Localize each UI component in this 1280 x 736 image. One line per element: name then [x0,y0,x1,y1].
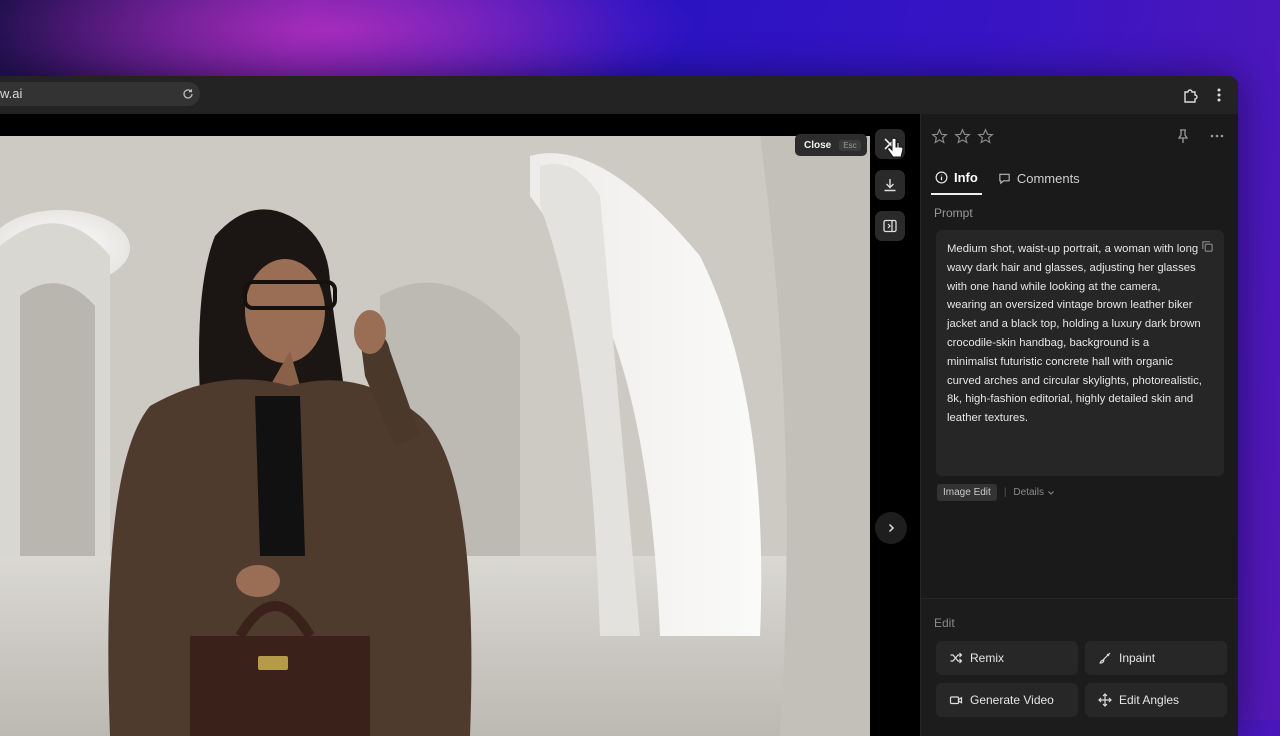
generate-video-button[interactable]: Generate Video [936,683,1078,717]
details-panel: Info Comments Prompt Medium shot, waist-… [920,114,1238,736]
prompt-meta: Image Edit | Details [937,484,1055,501]
pin-icon[interactable] [1175,128,1191,144]
chevron-right-icon [888,523,895,533]
info-icon [935,171,948,184]
move-icon [1098,693,1112,707]
comment-icon [999,173,1010,185]
close-shortcut-badge: Esc [839,139,861,151]
generated-image [0,136,870,736]
remix-button[interactable]: Remix [936,641,1078,675]
details-label: Details [1013,487,1044,498]
edit-section: Edit Remix Inpaint Generate Video Edit A… [921,598,1238,736]
edit-angles-label: Edit Angles [1119,693,1180,707]
shuffle-icon [950,652,963,664]
generate-video-label: Generate Video [970,693,1054,707]
toggle-panel-button[interactable] [875,211,905,241]
video-icon [949,696,963,705]
address-bar[interactable]: w.ai [0,82,200,106]
close-tooltip: Close Esc [795,134,867,156]
star-icon[interactable] [931,128,948,145]
model-badge: Image Edit [937,484,997,501]
download-button[interactable] [875,170,905,200]
meta-separator: | [1003,487,1007,498]
prompt-label: Prompt [934,206,973,220]
panel-actions [1175,128,1225,144]
tab-info[interactable]: Info [931,166,982,195]
edit-label: Edit [934,616,955,630]
edit-angles-button[interactable]: Edit Angles [1085,683,1227,717]
close-tooltip-label: Close [804,139,832,151]
copy-icon[interactable] [1201,240,1214,253]
chevron-down-icon [1048,490,1054,495]
more-horizontal-icon[interactable] [1209,128,1225,144]
details-toggle[interactable]: Details [1013,487,1055,498]
address-url: w.ai [0,86,23,101]
star-icon[interactable] [954,128,971,145]
tab-comments[interactable]: Comments [994,166,1084,195]
browser-window: w.ai Close Esc Info Comments Prompt Medi… [0,76,1238,736]
more-vertical-icon[interactable] [1210,86,1228,104]
prompt-text: Medium shot, waist-up portrait, a woman … [947,243,1202,425]
tab-comments-label: Comments [1016,171,1080,186]
prompt-box: Medium shot, waist-up portrait, a woman … [936,230,1224,476]
browser-toolbar: w.ai [0,76,1238,115]
side-panel-toggle-icon [883,219,897,233]
image-viewer [0,136,870,736]
reload-icon[interactable] [182,88,194,100]
inpaint-button[interactable]: Inpaint [1085,641,1227,675]
brush-icon [1099,652,1111,664]
extensions-icon[interactable] [1182,86,1200,104]
rating-stars [931,128,994,145]
star-icon[interactable] [977,128,994,145]
inpaint-label: Inpaint [1119,651,1156,665]
next-image-button[interactable] [875,512,907,544]
content-area: Close Esc Info Comments Prompt Medium sh… [0,114,1238,736]
remix-label: Remix [970,651,1005,665]
cursor-pointer-icon [887,137,904,158]
tab-info-label: Info [954,170,978,185]
download-icon [884,179,896,192]
panel-tabs: Info Comments [931,166,1084,195]
